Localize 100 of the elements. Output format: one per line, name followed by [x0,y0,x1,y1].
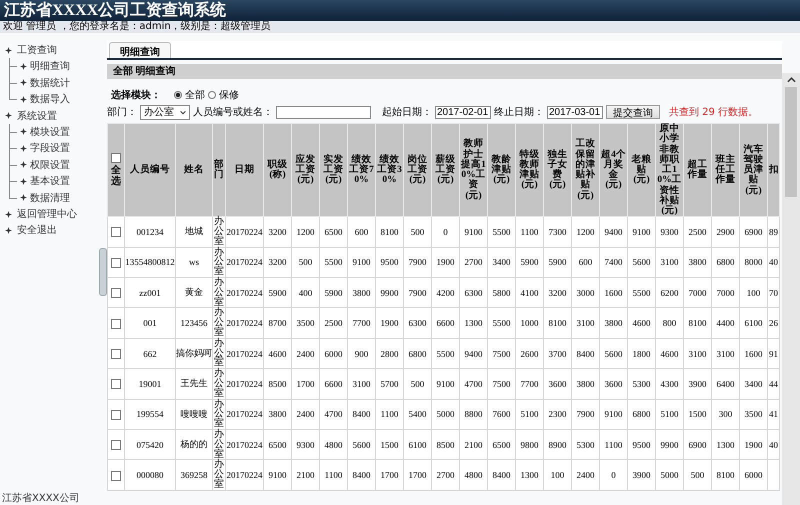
table-cell: 100 [740,278,768,308]
table-cell: 4600 [628,308,656,338]
person-label: 人员编号或姓名： [193,106,273,119]
table-cell: 44 [768,368,780,400]
table-cell: 2300 [544,399,572,430]
table-cell: 13554800812 [124,247,176,278]
sidebar-item[interactable]: 明细查询 [30,59,70,74]
table-cell: 7900 [404,278,432,308]
checkbox[interactable] [111,258,121,268]
table-cell: 500 [404,216,432,248]
department-select[interactable]: 办公室 [140,104,190,120]
sidebar-item[interactable]: 工资查询 [17,43,57,57]
column-header: 独生子女费(元) [544,124,572,217]
checkbox[interactable] [111,379,121,390]
column-header: 绩效工资30% [376,124,404,217]
column-header: 原中小学非教师职工10%工资性补贴(元) [656,124,684,217]
column-header: 教师护士提高10%工资(元) [460,124,488,217]
sidebar-item[interactable]: 返回管理中心 [17,207,77,221]
table-cell: 1500 [684,399,712,430]
sidebar-item[interactable]: 数据清理 [30,190,70,205]
table-cell: 3900 [628,460,656,490]
sidebar-item[interactable]: 数据导入 [30,92,70,106]
table-cell: 6400 [712,368,740,400]
bullet-icon [5,46,12,54]
table-cell: 4600 [656,338,684,369]
table-cell: 杨的的 [176,429,212,460]
table-cell: 6800 [404,338,432,369]
sidebar-item[interactable]: 系统设置 [17,108,57,122]
checkbox[interactable] [111,152,121,163]
table-cell: 1700 [404,460,432,490]
sidebar-item[interactable]: 权限设置 [30,158,70,172]
table-cell: 5400 [404,399,432,430]
table-cell: 500 [292,247,320,278]
table-cell: 1500 [376,429,404,460]
table-cell: 6500 [264,429,292,460]
table-cell: 369258 [176,460,212,490]
scroll-up-icon[interactable] [786,77,796,83]
table-cell: 19001 [124,368,176,400]
table-cell: 5700 [376,368,404,400]
table-cell: 8700 [264,308,292,338]
checkbox[interactable] [111,470,121,481]
table-cell: 0 [600,460,628,490]
table-cell: 办公室 [212,338,226,369]
checkbox[interactable] [111,227,121,238]
checkbox[interactable] [111,288,121,298]
tab[interactable]: 明细查询 [109,42,171,58]
table-cell: 7000 [684,278,712,308]
bullet-icon [5,210,12,218]
table-cell: 8500 [432,429,460,460]
date-field[interactable]: 2017-03-01 [547,106,603,118]
table-cell: 8400 [572,338,600,369]
column-header: 岗位工资(元) [404,124,432,217]
table-cell: 000080 [124,460,176,490]
table-cell: 40 [768,247,780,278]
table-cell: 6900 [684,429,712,460]
sidebar-item[interactable]: 字段设置 [30,141,70,156]
scroll-thumb[interactable] [785,87,797,197]
checkbox[interactable] [111,410,121,420]
table-cell: 4300 [656,368,684,400]
table-cell: 办公室 [212,278,226,308]
search-field[interactable] [276,106,371,118]
checkbox[interactable] [111,440,121,450]
checkbox[interactable] [111,348,121,359]
table-cell: 办公室 [212,308,226,338]
sidebar-item[interactable]: 模块设置 [30,124,70,139]
table-cell: 2100 [292,460,320,490]
department-label: 部门： [107,106,137,119]
table-cell: 7700 [348,308,376,338]
sidebar-item[interactable]: 数据统计 [30,76,70,90]
table-cell: 9500 [376,247,404,278]
table-cell: 1900 [740,429,768,460]
table-cell: 办公室 [212,368,226,400]
table-cell: 9100 [460,216,488,248]
bullet-icon [20,194,27,202]
sidebar-item[interactable]: 安全退出 [17,223,57,237]
radio-button[interactable] [208,90,216,98]
table-cell: 075420 [124,429,176,460]
table-cell: 7300 [544,216,572,248]
table-cell: 4400 [712,308,740,338]
sidebar-item[interactable]: 基本设置 [30,174,70,188]
table-cell: 20170224 [226,216,264,248]
checkbox[interactable] [111,318,121,329]
table-cell: 3100 [656,247,684,278]
caret-icon [180,110,186,114]
table-cell: 1200 [292,216,320,248]
collapse-handle[interactable] [99,248,107,296]
table-cell: 6600 [320,368,348,400]
table-cell: 8000 [740,247,768,278]
table-cell: 20170224 [226,368,264,400]
radio-button[interactable] [174,90,182,98]
table-cell: 3800 [600,308,628,338]
table-cell: 1700 [376,460,404,490]
date-field[interactable]: 2017-02-01 [435,106,491,118]
table-cell: 2400 [292,399,320,430]
table-cell: 7500 [488,338,516,369]
table-cell: 3800 [348,278,376,308]
end-date-label: 终止日期： [494,106,544,119]
table-cell: 3900 [684,368,712,400]
scrollbar[interactable] [782,73,800,505]
submit-button[interactable]: 提交查询 [606,105,660,119]
